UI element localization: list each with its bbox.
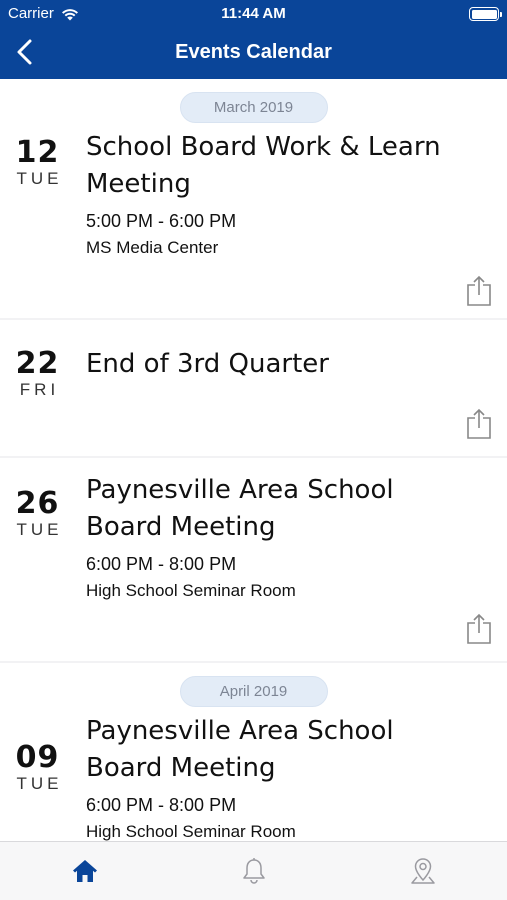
app-header: Carrier 11:44 AM Events Calendar: [0, 0, 507, 79]
tab-notifications[interactable]: [169, 842, 338, 900]
event-weekday: TUE: [16, 169, 63, 188]
share-icon[interactable]: [466, 408, 492, 440]
map-pin-icon: [410, 858, 435, 884]
event-item[interactable]: 12 TUE School Board Work & Learn Meeting…: [0, 132, 507, 318]
event-item[interactable]: 26 TUE Paynesville Area School Board Mee…: [0, 458, 507, 661]
event-details: End of 3rd Quarter: [86, 346, 467, 383]
event-date: 22 FRI: [0, 348, 75, 400]
event-location: High School Seminar Room: [86, 822, 296, 841]
event-weekday: TUE: [16, 520, 63, 539]
event-time: 5:00 PM - 6:00 PM: [86, 211, 237, 231]
tab-bar: [0, 841, 507, 900]
page-title: Events Calendar: [175, 41, 332, 63]
month-label: April 2019: [179, 675, 328, 707]
event-title: Paynesville Area School Board Meeting: [86, 716, 394, 783]
event-location: High School Seminar Room: [86, 581, 296, 600]
month-label: March 2019: [179, 91, 328, 123]
event-day: 26: [15, 486, 60, 521]
event-date: 09 TUE: [0, 742, 75, 794]
event-time: 6:00 PM - 8:00 PM: [86, 795, 237, 815]
event-title: End of 3rd Quarter: [86, 349, 329, 379]
event-date: 12 TUE: [0, 137, 75, 189]
tab-locations[interactable]: [338, 842, 507, 900]
nav-bar: Events Calendar: [0, 28, 507, 79]
status-bar: Carrier 11:44 AM: [0, 0, 507, 28]
event-details: School Board Work & Learn Meeting 5:00 P…: [86, 129, 467, 258]
battery-icon: [469, 7, 502, 21]
event-title: Paynesville Area School Board Meeting: [86, 475, 394, 542]
event-details: Paynesville Area School Board Meeting 6:…: [86, 472, 467, 601]
event-item[interactable]: 22 FRI End of 3rd Quarter: [0, 320, 507, 456]
events-list[interactable]: March 2019 12 TUE School Board Work & Le…: [0, 79, 507, 841]
event-day: 22: [15, 346, 60, 381]
month-header: April 2019: [0, 663, 507, 719]
bell-icon: [242, 858, 265, 884]
event-time: 6:00 PM - 8:00 PM: [86, 554, 237, 574]
event-details: Paynesville Area School Board Meeting 6:…: [86, 713, 467, 841]
home-icon: [72, 860, 97, 882]
event-item[interactable]: 09 TUE Paynesville Area School Board Mee…: [0, 716, 507, 841]
share-icon[interactable]: [466, 613, 492, 645]
event-location: MS Media Center: [86, 238, 219, 257]
event-date: 26 TUE: [0, 488, 75, 540]
status-time: 11:44 AM: [221, 5, 286, 22]
event-weekday: FRI: [19, 380, 60, 399]
month-header: March 2019: [0, 79, 507, 135]
event-weekday: TUE: [16, 774, 63, 793]
event-title: School Board Work & Learn Meeting: [86, 132, 441, 199]
share-icon[interactable]: [466, 275, 492, 307]
event-day: 09: [15, 740, 60, 775]
event-day: 12: [15, 135, 60, 170]
tab-home[interactable]: [0, 842, 169, 900]
